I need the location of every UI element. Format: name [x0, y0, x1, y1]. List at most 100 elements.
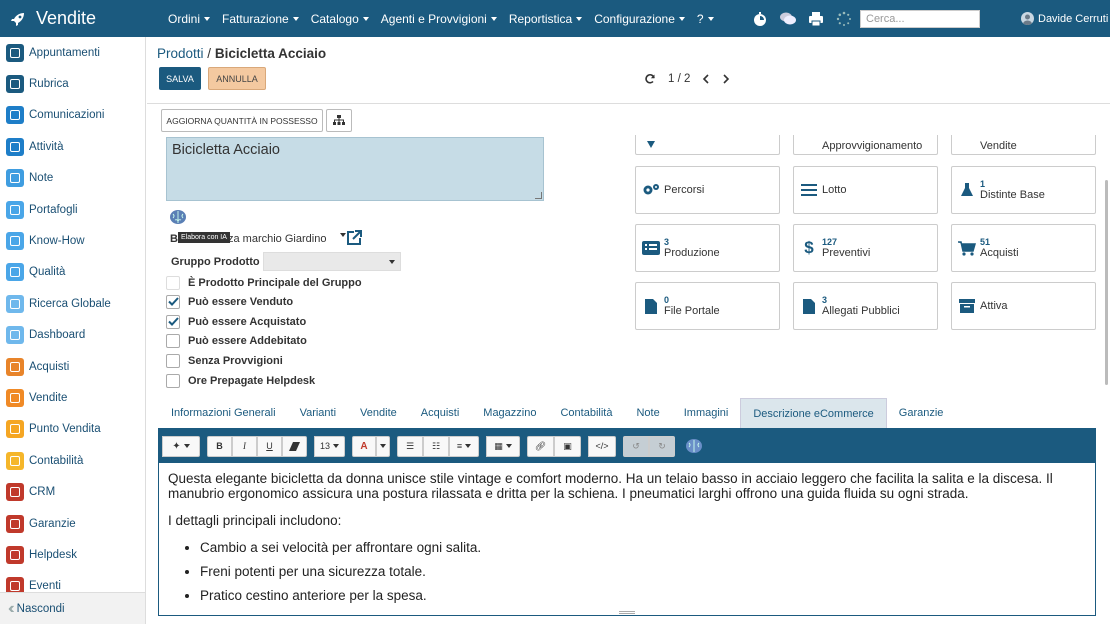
- hierarchy-button[interactable]: [326, 109, 352, 132]
- image-button[interactable]: ▣: [554, 435, 581, 457]
- tab-vendite[interactable]: Vendite: [348, 398, 409, 428]
- sidebar-item[interactable]: Attività: [0, 131, 145, 162]
- redo-button[interactable]: ↻: [649, 435, 675, 457]
- stat-button-attiva[interactable]: Attiva: [951, 282, 1096, 330]
- sidebar-item[interactable]: Acquisti: [0, 351, 145, 382]
- checkbox[interactable]: [166, 275, 180, 290]
- editor-content[interactable]: Questa elegante bicicletta da donna unis…: [159, 463, 1095, 620]
- stat-button-percorsi[interactable]: Percorsi: [635, 166, 780, 214]
- code-view-button[interactable]: </>: [588, 435, 616, 457]
- cancel-button[interactable]: ANNULLA: [208, 67, 266, 90]
- sidebar-item[interactable]: CRM: [0, 476, 145, 507]
- tab-immagini[interactable]: Immagini: [672, 398, 741, 428]
- sidebar-item[interactable]: Dashboard: [0, 320, 145, 351]
- sidebar-item[interactable]: Appuntamenti: [0, 37, 145, 68]
- chat-icon[interactable]: [778, 9, 798, 29]
- italic-button[interactable]: I: [232, 435, 257, 457]
- sidebar-item[interactable]: Note: [0, 163, 145, 194]
- timer-icon[interactable]: [750, 9, 770, 29]
- tab-varianti[interactable]: Varianti: [288, 398, 348, 428]
- menu-agenti[interactable]: Agenti e Provvigioni: [375, 12, 503, 26]
- bullet-list-button[interactable]: ☰: [397, 435, 423, 457]
- tab-informazioni-generali[interactable]: Informazioni Generali: [159, 398, 288, 428]
- text-color-button[interactable]: A: [352, 435, 376, 457]
- resize-handle[interactable]: [535, 192, 542, 199]
- menu-fatturazione[interactable]: Fatturazione: [216, 12, 305, 26]
- numbered-list-button[interactable]: ☷: [423, 435, 449, 457]
- checkbox-checked[interactable]: [166, 314, 180, 329]
- text-color-dropdown[interactable]: [376, 435, 390, 457]
- font-size-dropdown[interactable]: 13: [314, 435, 345, 457]
- stat-button-approvvigionamento[interactable]: Approvvigionamento: [793, 135, 938, 155]
- checkbox-no-commission[interactable]: Senza Provvigioni: [166, 353, 283, 368]
- external-link-icon[interactable]: [345, 229, 363, 247]
- stat-button-acquisti[interactable]: 51 Acquisti: [951, 224, 1096, 272]
- tab-garanzie[interactable]: Garanzie: [887, 398, 956, 428]
- sidebar-item[interactable]: Vendite: [0, 382, 145, 413]
- stat-button-file-portale[interactable]: 0 File Portale: [635, 282, 780, 330]
- checkbox-main-product[interactable]: È Prodotto Principale del Gruppo: [166, 275, 362, 290]
- checkbox-can-be-charged[interactable]: Può essere Addebitato: [166, 333, 307, 348]
- tab-magazzino[interactable]: Magazzino: [471, 398, 548, 428]
- sidebar-item[interactable]: Comunicazioni: [0, 100, 145, 131]
- link-button[interactable]: 🔗︎: [527, 435, 554, 457]
- product-name-field[interactable]: Bicicletta Acciaio: [166, 137, 544, 201]
- checkbox-can-be-purchased[interactable]: Può essere Acquistato: [166, 314, 306, 329]
- stat-button-partial[interactable]: [635, 135, 780, 155]
- sidebar-item[interactable]: Punto Vendita: [0, 414, 145, 445]
- sidebar-collapse-button[interactable]: ‹‹ Nascondi: [0, 592, 145, 624]
- stat-button-allegati-pubblici[interactable]: 3 Allegati Pubblici: [793, 282, 938, 330]
- stat-button-lotto[interactable]: Lotto: [793, 166, 938, 214]
- sidebar-item[interactable]: Garanzie: [0, 508, 145, 539]
- save-button[interactable]: SALVA: [159, 67, 201, 90]
- tab-acquisti[interactable]: Acquisti: [409, 398, 472, 428]
- undo-button[interactable]: ↺: [623, 435, 649, 457]
- sidebar-item[interactable]: Helpdesk: [0, 539, 145, 570]
- sidebar-item[interactable]: Portafogli: [0, 194, 145, 225]
- sidebar-item[interactable]: Know-How: [0, 225, 145, 256]
- ai-brain-icon[interactable]: [685, 438, 703, 454]
- tab-note[interactable]: Note: [624, 398, 671, 428]
- product-group-select[interactable]: [263, 252, 401, 271]
- stat-button-preventivi[interactable]: $ 127 Preventivi: [793, 224, 938, 272]
- tab-descrizione-ecommerce[interactable]: Descrizione eCommerce: [740, 398, 887, 428]
- ai-brain-icon[interactable]: [169, 209, 187, 225]
- checkbox[interactable]: [166, 353, 180, 368]
- brand-select[interactable]: za marchio Giardino: [228, 230, 346, 248]
- checkbox-can-be-sold[interactable]: Può essere Venduto: [166, 294, 293, 309]
- chevron-left-icon[interactable]: [702, 74, 710, 84]
- checkbox[interactable]: [166, 333, 180, 348]
- bold-button[interactable]: B: [207, 435, 232, 457]
- chevron-right-icon[interactable]: [722, 74, 730, 84]
- printer-icon[interactable]: [806, 9, 826, 29]
- sidebar-item[interactable]: Qualità: [0, 257, 145, 288]
- magic-wand-dropdown[interactable]: ✦: [162, 435, 200, 457]
- stat-button-produzione[interactable]: 3 Produzione: [635, 224, 780, 272]
- menu-reportistica[interactable]: Reportistica: [503, 12, 588, 26]
- sidebar-item[interactable]: Rubrica: [0, 68, 145, 99]
- breadcrumb-parent[interactable]: Prodotti: [157, 46, 204, 61]
- scrollbar[interactable]: [1105, 180, 1108, 385]
- editor-resize-handle[interactable]: [619, 611, 635, 614]
- stat-button-vendite[interactable]: Vendite: [951, 135, 1096, 155]
- checkbox-checked[interactable]: [166, 294, 180, 309]
- sidebar-item[interactable]: Ricerca Globale: [0, 288, 145, 319]
- app-brand[interactable]: Vendite: [0, 8, 150, 29]
- user-menu[interactable]: Davide Cerruti: [1021, 0, 1108, 37]
- table-dropdown[interactable]: ▦: [486, 435, 520, 457]
- stat-button-distinte-base[interactable]: 1 Distinte Base: [951, 166, 1096, 214]
- menu-ordini[interactable]: Ordini: [162, 12, 216, 26]
- update-quantity-button[interactable]: AGGIORNA QUANTITÀ IN POSSESSO: [161, 109, 323, 132]
- tab-contabilita[interactable]: Contabilità: [548, 398, 624, 428]
- menu-catalogo[interactable]: Catalogo: [305, 12, 375, 26]
- underline-button[interactable]: U: [257, 435, 282, 457]
- sidebar-item[interactable]: Contabilità: [0, 445, 145, 476]
- refresh-icon[interactable]: [644, 73, 656, 85]
- menu-help[interactable]: ?: [691, 12, 720, 26]
- checkbox[interactable]: [166, 373, 180, 388]
- search-input[interactable]: Cerca...: [860, 10, 980, 28]
- menu-configurazione[interactable]: Configurazione: [588, 12, 691, 26]
- eraser-button[interactable]: [282, 435, 307, 457]
- checkbox-prepaid-hours[interactable]: Ore Prepagate Helpdesk: [166, 373, 315, 388]
- align-dropdown[interactable]: ≡: [449, 435, 479, 457]
